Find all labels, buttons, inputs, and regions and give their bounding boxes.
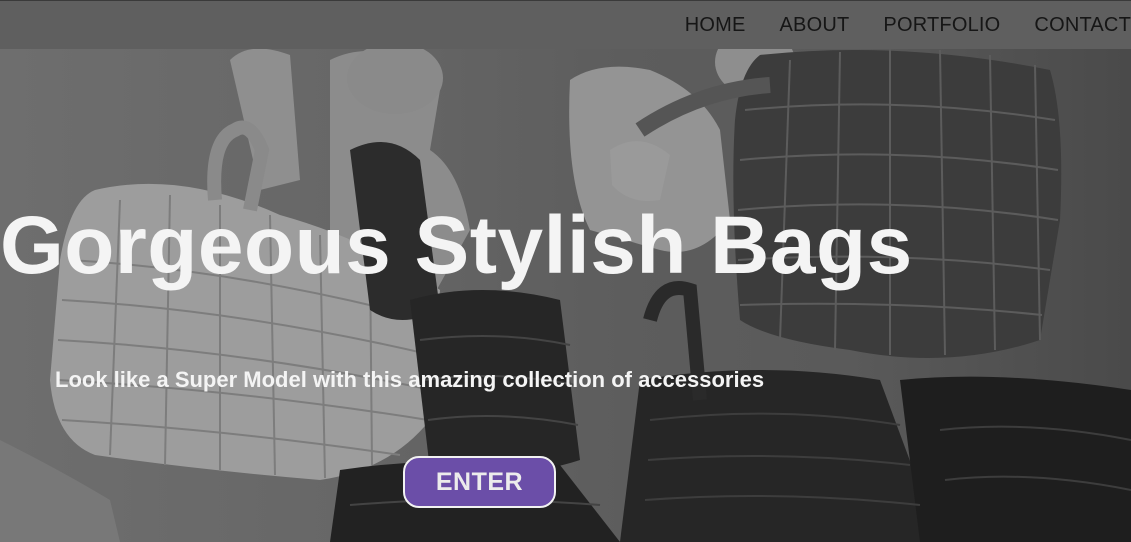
hero-section: HOME ABOUT PORTFOLIO CONTACT Gorgeous St… [0, 0, 1131, 542]
top-navbar: HOME ABOUT PORTFOLIO CONTACT [0, 1, 1131, 49]
hero-subtitle: Look like a Super Model with this amazin… [55, 367, 765, 392]
nav-item-home[interactable]: HOME [685, 14, 746, 37]
nav-item-contact[interactable]: CONTACT [1034, 14, 1131, 37]
hero-title: Gorgeous Stylish Bags [0, 200, 913, 291]
nav-item-portfolio[interactable]: PORTFOLIO [883, 14, 1000, 37]
nav-menu: HOME ABOUT PORTFOLIO CONTACT [651, 1, 1131, 49]
enter-button[interactable]: ENTER [403, 456, 556, 508]
nav-item-about[interactable]: ABOUT [780, 14, 850, 37]
